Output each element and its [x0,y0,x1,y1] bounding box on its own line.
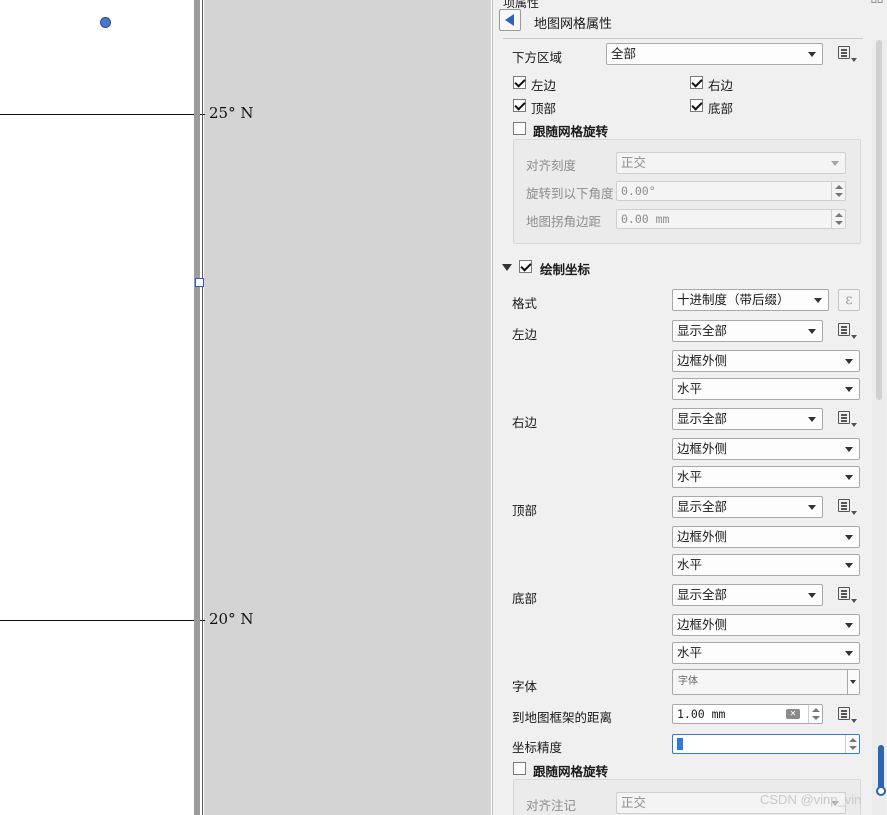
canvas-background [204,0,491,815]
precision-label: 坐标精度 [512,740,563,755]
scrollbar-thumb[interactable] [876,40,882,400]
latitude-grid-line [0,114,205,115]
lower-area-select[interactable]: 全部 [606,43,823,65]
latitude-label: 20° N [209,610,254,628]
precision-spinbox[interactable]: 0 [672,734,860,754]
item-properties-panel: 项属性 ▫▫ 地图网格属性 下方区域 全部 左边 右边 顶部 底部 跟随网格旋转… [492,0,887,815]
resize-handle[interactable] [195,278,204,287]
scroll-knob[interactable] [876,786,886,796]
bottom-checkbox-label: 底部 [708,101,734,116]
bottom-checkbox[interactable] [690,99,703,112]
text-selection [677,738,683,750]
format-select[interactable]: 十进制度（带后缀） [672,289,829,311]
latitude-grid-line [0,620,205,621]
top-side-label: 顶部 [512,503,538,518]
data-defined-override-icon[interactable] [836,321,858,341]
right-side-label: 右边 [512,415,538,430]
collapse-arrow-icon[interactable] [502,264,512,271]
back-button[interactable] [499,9,521,31]
bottom-display-select[interactable]: 显示全部 [672,584,823,606]
map-canvas[interactable] [0,0,196,815]
watermark: CSDN @vinp_vin [760,792,862,807]
draw-coordinates-checkbox[interactable] [519,260,532,273]
map-point-marker[interactable] [100,17,111,28]
align-tick-label: 对齐刻度 [526,158,577,173]
clear-icon[interactable]: ✕ [786,709,800,719]
data-defined-override-icon[interactable] [836,409,858,429]
corner-margin-label: 地图拐角边距 [526,214,602,229]
left-checkbox-label: 左边 [531,78,557,93]
top-checkbox-label: 顶部 [531,101,557,116]
rotate-angle-spinbox[interactable]: 0.00° [616,181,846,201]
follow-grid-rotation-checkbox-2[interactable] [513,762,526,775]
distance-spinbox[interactable]: 1.00 mm [672,704,823,724]
left-direction-select[interactable]: 水平 [672,378,860,400]
left-side-label: 左边 [512,327,538,342]
left-checkbox[interactable] [513,76,526,89]
top-position-select[interactable]: 边框外侧 [672,526,860,548]
top-checkbox[interactable] [513,99,526,112]
map-frame-border [194,0,200,815]
follow-grid-rotation-label: 跟随网格旋转 [533,124,609,139]
right-checkbox-label: 右边 [708,78,734,93]
format-label: 格式 [512,296,538,311]
bottom-direction-select[interactable]: 水平 [672,642,860,664]
corner-margin-spinbox[interactable]: 0.00 mm [616,209,846,229]
header-divider [503,38,863,39]
right-direction-select[interactable]: 水平 [672,466,860,488]
map-frame-edge [202,0,203,815]
right-position-select[interactable]: 边框外侧 [672,438,860,460]
data-defined-override-icon[interactable] [836,44,858,64]
font-label: 字体 [512,679,538,694]
lower-area-label: 下方区域 [512,50,563,65]
font-button[interactable]: 字体 [672,669,860,695]
latitude-label: 25° N [209,104,254,122]
right-display-select[interactable]: 显示全部 [672,408,823,430]
expression-button[interactable]: ε [838,289,860,311]
panel-float-close-icons[interactable]: ▫▫ [871,0,883,6]
align-annotation-label: 对齐注记 [526,798,577,813]
right-checkbox[interactable] [690,76,703,89]
left-position-select[interactable]: 边框外侧 [672,350,860,372]
top-display-select[interactable]: 显示全部 [672,496,823,518]
bottom-side-label: 底部 [512,591,538,606]
data-defined-override-icon[interactable] [836,705,858,725]
rotate-angle-label: 旋转到以下角度 [526,186,614,201]
draw-coordinates-label: 绘制坐标 [540,262,591,277]
bottom-position-select[interactable]: 边框外侧 [672,614,860,636]
left-display-select[interactable]: 显示全部 [672,320,823,342]
top-direction-select[interactable]: 水平 [672,554,860,576]
distance-label: 到地图框架的距离 [512,710,613,725]
panel-scrollbar[interactable] [872,40,886,815]
follow-grid-rotation-label-2: 跟随网格旋转 [533,764,609,779]
data-defined-override-icon[interactable] [836,585,858,605]
font-dropdown-arrow[interactable] [847,670,859,694]
data-defined-override-icon[interactable] [836,497,858,517]
panel-header: 地图网格属性 [534,17,613,32]
follow-grid-rotation-checkbox[interactable] [513,122,526,135]
align-tick-select[interactable]: 正交 [616,152,846,174]
